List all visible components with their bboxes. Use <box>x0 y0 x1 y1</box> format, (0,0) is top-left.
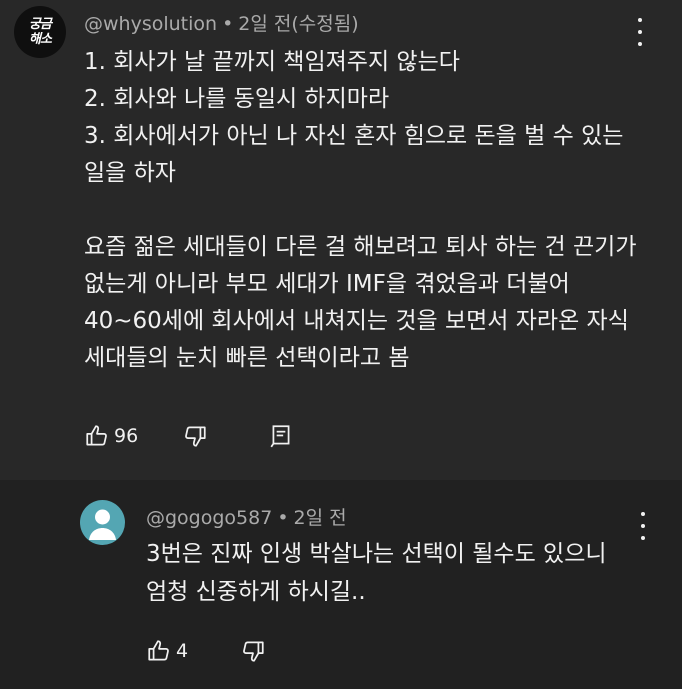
reply-time: 2일 전 <box>293 507 347 529</box>
comment-thread-main: 궁금 해소 @whysolution • 2일 전(수정됨) 1. 회사가 날 끝까… <box>0 0 682 480</box>
separator-dot: • <box>277 507 289 529</box>
avatar[interactable]: 궁금 해소 <box>14 6 66 58</box>
thumbs-down-icon[interactable] <box>182 423 208 449</box>
reply-author-name[interactable]: @gogogo587 <box>146 507 272 529</box>
reply-text: 3번은 진짜 인생 박살나는 선택이 될수도 있으니 엄청 신중하게 하시길.. <box>146 541 614 605</box>
thumbs-up-icon[interactable] <box>84 423 110 449</box>
like-count: 4 <box>176 640 189 662</box>
comment-time: 2일 전(수정됨) <box>238 13 359 35</box>
comment-meta: @whysolution • 2일 전(수정됨) <box>84 9 359 36</box>
like-count: 96 <box>114 425 139 447</box>
reply-actions: 4 <box>146 638 266 664</box>
comment-actions: 96 <box>84 423 294 449</box>
reply-meta: @gogogo587 • 2일 전 <box>146 503 347 530</box>
avatar-text-line2: 해소 <box>29 32 52 47</box>
more-vert-icon[interactable] <box>630 18 650 46</box>
reply-icon[interactable] <box>268 423 294 449</box>
thumbs-down-icon[interactable] <box>240 638 266 664</box>
comment-text: 1. 회사가 날 끝까지 책임져주지 않는다 2. 회사와 나를 동일시 하지마… <box>84 49 637 371</box>
more-vert-icon[interactable] <box>633 512 653 540</box>
thumbs-up-icon[interactable] <box>146 638 172 664</box>
separator-dot: • <box>222 13 234 35</box>
avatar-text-line1: 궁금 <box>29 17 52 32</box>
reply-avatar[interactable] <box>80 500 125 545</box>
author-name[interactable]: @whysolution <box>84 13 217 35</box>
